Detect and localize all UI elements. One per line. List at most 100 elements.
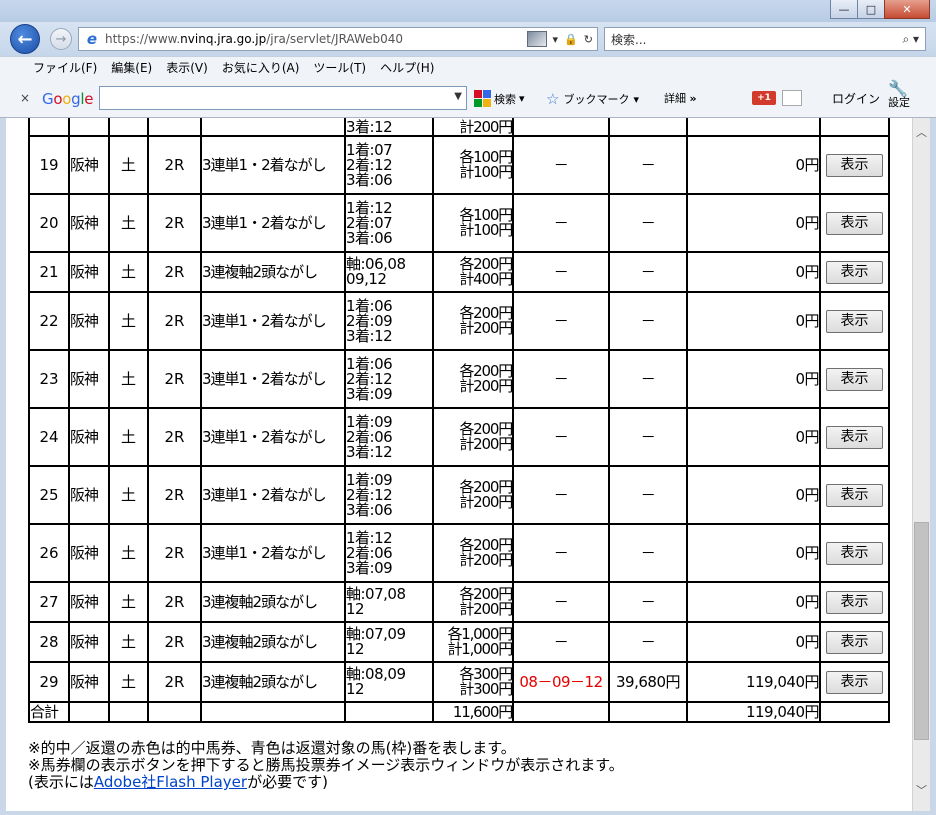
cell-day: 土 bbox=[108, 251, 149, 293]
table-row: 28 阪神土 2R 3連複軸2頭ながし 軸:07,09 12 各1,000円 計1,000円－… bbox=[28, 621, 890, 663]
cell-combination: 軸:08,09 12 bbox=[344, 661, 434, 703]
show-ticket-button[interactable]: 表示 bbox=[826, 630, 883, 654]
cell-empty bbox=[608, 701, 688, 723]
forward-button[interactable]: → bbox=[50, 28, 72, 50]
cell-empty bbox=[68, 701, 110, 723]
show-ticket-button[interactable]: 表示 bbox=[826, 153, 883, 177]
vertical-scrollbar[interactable]: ︿ ﹀ bbox=[912, 118, 930, 811]
detail-button[interactable]: 詳細 » bbox=[664, 90, 697, 106]
google-search-button[interactable]: 検索 ▾ bbox=[474, 90, 525, 107]
menu-file[interactable]: ファイル(F) bbox=[26, 59, 104, 76]
cell-payout: － bbox=[608, 621, 688, 663]
cell-combination: 1着:06 2着:12 3着:09 bbox=[344, 349, 434, 409]
cell-total bbox=[686, 118, 821, 137]
cell-bet-type: 3連複軸2頭ながし bbox=[200, 661, 346, 703]
google-letter: o bbox=[62, 90, 72, 108]
cell-amount: 各200円 計200円 bbox=[432, 407, 514, 467]
menu-favorites[interactable]: お気に入り(A) bbox=[215, 59, 307, 76]
show-ticket-button[interactable]: 表示 bbox=[826, 309, 883, 333]
cell-race bbox=[147, 118, 202, 137]
cell-bet-type: 3連単1・2着ながし bbox=[200, 523, 346, 583]
cell-day: 土 bbox=[108, 523, 149, 583]
note-line: (表示にはAdobe社Flash Playerが必要です) bbox=[28, 773, 328, 791]
menu-view[interactable]: 表示(V) bbox=[159, 59, 215, 76]
cell-day: 土 bbox=[108, 407, 149, 467]
cell-amount: 各100円 計100円 bbox=[432, 193, 514, 253]
flash-player-link[interactable]: Adobe社Flash Player bbox=[94, 773, 247, 791]
scrollbar-thumb[interactable] bbox=[914, 522, 929, 740]
cell-day: 土 bbox=[108, 621, 149, 663]
cell-button: 表示 bbox=[819, 251, 890, 293]
address-url[interactable]: https://www.nvinq.jra.go.jp/jra/servlet/… bbox=[105, 32, 527, 46]
cell-button: 表示 bbox=[819, 581, 890, 623]
cell-no: 28 bbox=[28, 621, 70, 663]
cell-place: 阪神 bbox=[68, 291, 110, 351]
menu-help[interactable]: ヘルプ(H) bbox=[373, 59, 441, 76]
cell-combination: 軸:06,08 09,12 bbox=[344, 251, 434, 293]
show-ticket-button[interactable]: 表示 bbox=[826, 260, 883, 284]
maximize-button[interactable]: □ bbox=[857, 0, 885, 19]
cell-combination: 軸:07,09 12 bbox=[344, 621, 434, 663]
google-plus-one-button[interactable]: +1 bbox=[752, 91, 776, 105]
cell-day: 土 bbox=[108, 661, 149, 703]
show-ticket-button[interactable]: 表示 bbox=[826, 211, 883, 235]
amount-line: 計300円 bbox=[459, 680, 512, 698]
cell-race: 2R bbox=[147, 291, 202, 351]
menu-tools[interactable]: ツール(T) bbox=[306, 59, 373, 76]
search-input[interactable]: 検索... ⌕ ▾ bbox=[604, 27, 926, 51]
star-icon: ☆ bbox=[546, 90, 560, 108]
cell-no: 22 bbox=[28, 291, 70, 351]
back-button[interactable]: ← bbox=[10, 24, 40, 54]
cell-total: 0円 bbox=[686, 135, 821, 195]
show-ticket-button[interactable]: 表示 bbox=[826, 425, 883, 449]
chevron-up-icon[interactable]: ︿ bbox=[913, 124, 930, 141]
cell-race: 2R bbox=[147, 407, 202, 467]
amount-line: 計200円 bbox=[459, 118, 512, 136]
google-letter: G bbox=[42, 90, 54, 108]
cell-combination: 軸:07,08 12 bbox=[344, 581, 434, 623]
cell-payout: － bbox=[608, 349, 688, 409]
combination-line: 3着:09 bbox=[346, 558, 393, 577]
refresh-icon[interactable]: ↻ bbox=[584, 33, 593, 46]
cell-hit bbox=[512, 118, 610, 137]
cell-place: 阪神 bbox=[68, 581, 110, 623]
cell-bet-type: 3連単1・2着ながし bbox=[200, 291, 346, 351]
cell-bet-type: 3連複軸2頭ながし bbox=[200, 621, 346, 663]
address-bar[interactable]: e https://www.nvinq.jra.go.jp/jra/servle… bbox=[78, 27, 598, 51]
cell-no: 21 bbox=[28, 251, 70, 293]
menu-edit[interactable]: 編集(E) bbox=[104, 59, 159, 76]
cell-bet-type: 3連複軸2頭ながし bbox=[200, 581, 346, 623]
google-logo: Google bbox=[42, 90, 93, 108]
google-search-input[interactable]: ▼ bbox=[99, 86, 467, 110]
chevron-down-icon[interactable]: ﹀ bbox=[913, 782, 930, 799]
show-ticket-button[interactable]: 表示 bbox=[826, 670, 883, 694]
cell-day: 土 bbox=[108, 291, 149, 351]
toolbar-close-icon[interactable]: × bbox=[20, 91, 30, 105]
dropdown-arrow-icon[interactable]: ▼ bbox=[454, 91, 462, 102]
cell-total: 0円 bbox=[686, 349, 821, 409]
table-row: 19 阪神土 2R 3連単1・2着ながし 1着:07 2着:12 3着:06 各100円 計10… bbox=[28, 135, 890, 195]
magnifier-icon[interactable]: ⌕ ▾ bbox=[902, 32, 919, 47]
show-ticket-button[interactable]: 表示 bbox=[826, 541, 883, 565]
cell-total: 0円 bbox=[686, 465, 821, 525]
login-button[interactable]: ログイン bbox=[832, 90, 880, 107]
bookmark-button[interactable]: ☆ ブックマーク ▾ bbox=[546, 90, 639, 108]
combination-line: 3着:12 bbox=[346, 118, 393, 136]
minimize-button[interactable]: — bbox=[830, 0, 858, 19]
cell-button: 表示 bbox=[819, 621, 890, 663]
amount-line: 計400円 bbox=[459, 270, 512, 288]
cell-bet-type: 3連単1・2着ながし bbox=[200, 135, 346, 195]
cell-race: 2R bbox=[147, 465, 202, 525]
page-content: 3着:12 計200円 19 阪神土 2R 3連単1・2着ながし 1着:07 2着:12 3… bbox=[6, 118, 912, 811]
dropdown-arrow-icon[interactable]: ▾ bbox=[553, 33, 559, 46]
lock-icon[interactable]: 🔒 bbox=[564, 33, 578, 46]
settings-button[interactable]: 🔧 設定 bbox=[888, 81, 928, 110]
google-toolbar: × Google ▼ 検索 ▾ ☆ ブックマーク ▾ 詳細 » +1 ログイン 🔧 … bbox=[0, 78, 936, 118]
close-button[interactable]: ✕ bbox=[884, 0, 930, 19]
note-line: ※的中／返還の赤色は的中馬券、青色は返還対象の馬(枠)番を表します。 bbox=[28, 739, 516, 757]
compatibility-view-icon[interactable] bbox=[526, 31, 547, 47]
show-ticket-button[interactable]: 表示 bbox=[826, 367, 883, 391]
cell-place: 阪神 bbox=[68, 193, 110, 253]
show-ticket-button[interactable]: 表示 bbox=[826, 483, 883, 507]
show-ticket-button[interactable]: 表示 bbox=[826, 590, 883, 614]
